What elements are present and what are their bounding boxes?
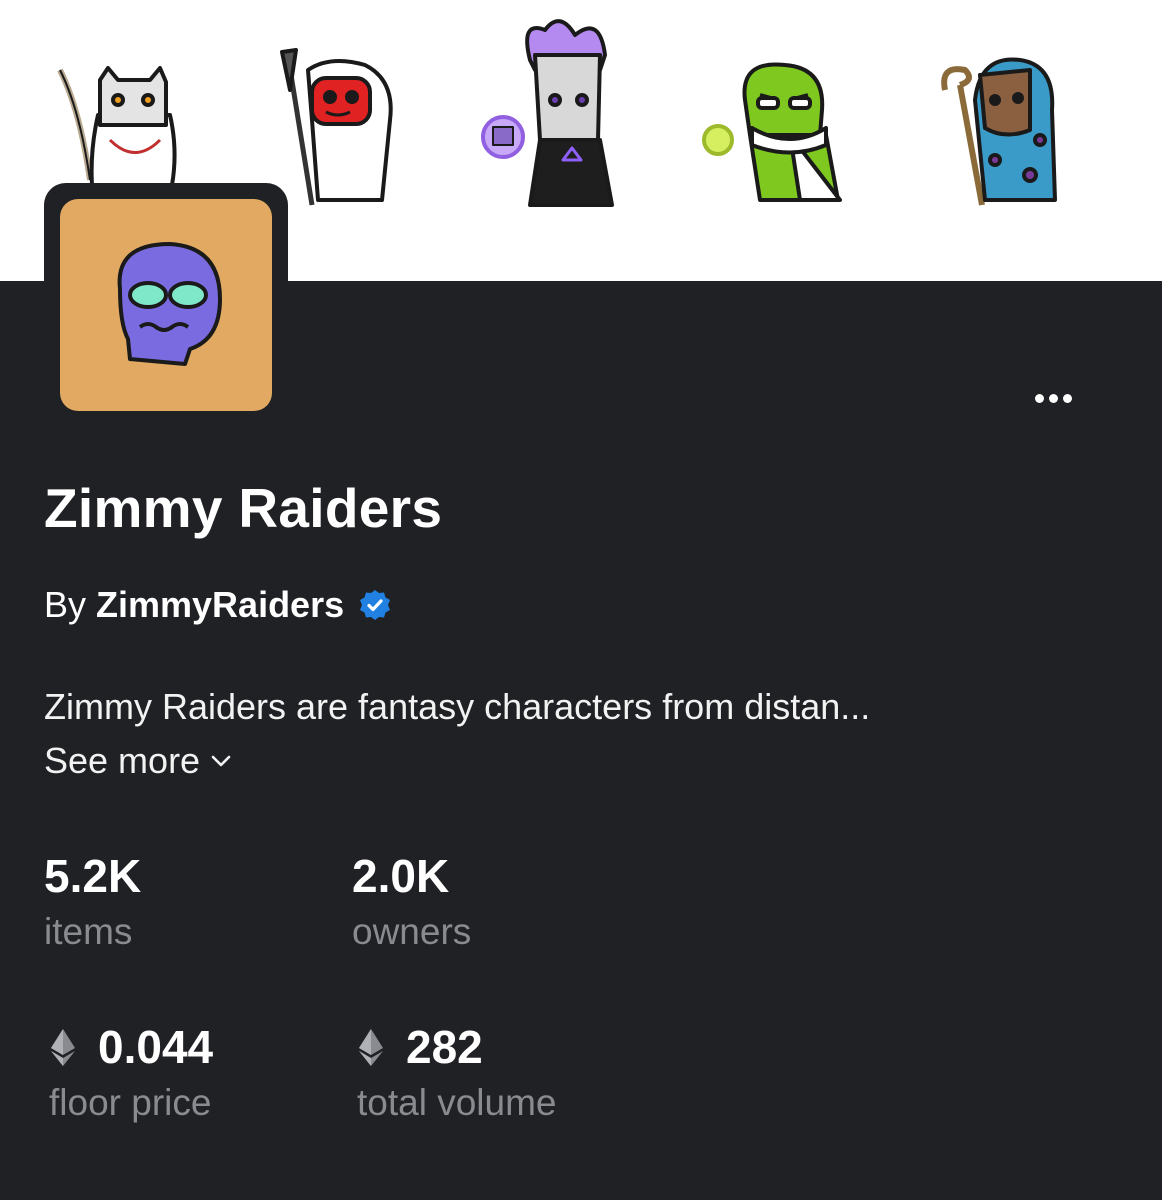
ethereum-icon [51, 1029, 75, 1066]
collection-description: Zimmy Raiders are fantasy characters fro… [44, 686, 871, 727]
character-staff [941, 57, 1057, 206]
stat-total-volume: 282 total volume [352, 1024, 557, 1121]
ellipsis-icon [1062, 393, 1072, 403]
character-red-mask [280, 48, 393, 206]
stat-floor-price: 0.044 floor price [44, 1024, 213, 1121]
stat-floor-price-value: 0.044 [98, 1021, 214, 1073]
collection-avatar [60, 199, 272, 411]
stat-items-label: items [44, 911, 133, 952]
skull-icon [117, 242, 222, 366]
stat-owners-value: 2.0K [352, 850, 450, 902]
creator-link[interactable]: ZimmyRaiders [96, 584, 344, 626]
see-more-button[interactable]: See more [44, 740, 232, 782]
stat-total-volume-value: 282 [406, 1021, 483, 1073]
by-prefix: By [44, 584, 87, 625]
see-more-label: See more [44, 740, 201, 781]
stat-floor-price-label: floor price [49, 1082, 212, 1123]
collection-avatar-frame [44, 183, 288, 427]
stat-owners-label: owners [352, 911, 472, 952]
ellipsis-icon [1034, 393, 1044, 403]
collection-title: Zimmy Raiders [44, 477, 443, 539]
verified-badge-icon [360, 590, 391, 620]
ethereum-icon [359, 1029, 383, 1066]
character-flame-mask [481, 19, 614, 207]
chevron-down-icon [211, 755, 231, 767]
character-green [702, 62, 842, 202]
ellipsis-icon [1048, 393, 1058, 403]
creator-byline: By ZimmyRaiders [44, 584, 392, 626]
stat-items: 5.2K items [44, 853, 141, 950]
stat-owners: 2.0K owners [352, 853, 471, 950]
more-options-button[interactable] [1020, 380, 1086, 416]
stat-items-value: 5.2K [44, 850, 142, 902]
stat-total-volume-label: total volume [357, 1082, 557, 1123]
character-owl [57, 66, 177, 187]
